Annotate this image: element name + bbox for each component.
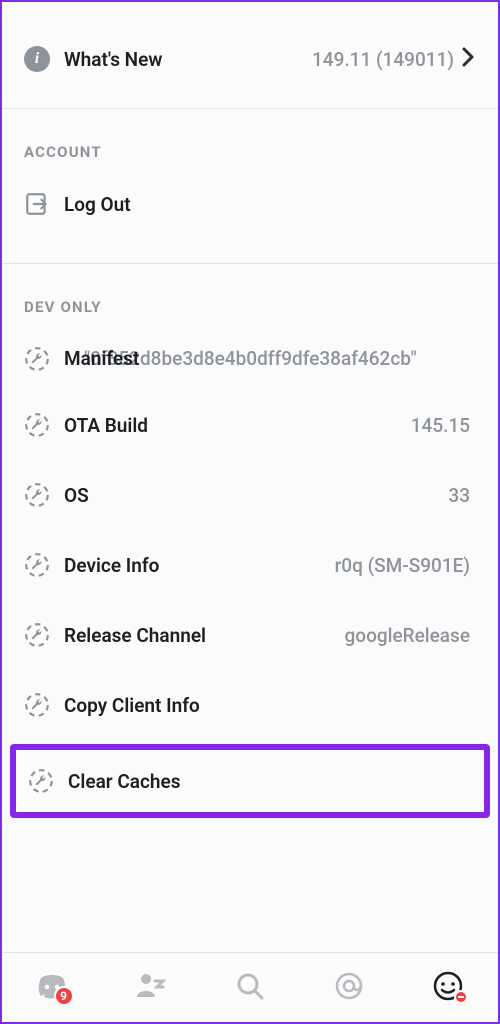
info-icon: i — [24, 46, 64, 72]
ota-build-row[interactable]: OTA Build 145.15 — [2, 390, 498, 460]
clear-caches-highlight: Clear Caches — [10, 744, 490, 818]
wrench-icon — [28, 768, 68, 794]
nav-discord-badge: 9 — [54, 986, 74, 1006]
whats-new-label: What's New — [64, 48, 162, 71]
nav-mentions-button[interactable] — [327, 964, 371, 1008]
device-info-row[interactable]: Device Info r0q (SM-S901E) — [2, 530, 498, 600]
release-channel-label: Release Channel — [64, 624, 206, 647]
release-channel-row[interactable]: Release Channel googleRelease — [2, 600, 498, 670]
log-out-row[interactable]: Log Out — [2, 173, 498, 235]
manifest-row[interactable]: "0f352d8be3d8e4b0dff9dfe38af462cb" Manif… — [2, 328, 498, 390]
nav-friends-button[interactable] — [129, 964, 173, 1008]
dev-section-header: DEV ONLY — [2, 264, 498, 328]
copy-client-info-row[interactable]: Copy Client Info — [2, 670, 498, 740]
wrench-icon — [24, 622, 64, 648]
os-row[interactable]: OS 33 — [2, 460, 498, 530]
copy-client-info-label: Copy Client Info — [64, 694, 200, 717]
nav-profile-button[interactable] — [426, 964, 470, 1008]
manifest-label: Manifest — [64, 347, 139, 370]
wrench-icon — [24, 482, 64, 508]
logout-icon — [24, 191, 64, 217]
nav-search-button[interactable] — [228, 964, 272, 1008]
wrench-icon — [24, 692, 64, 718]
ota-build-value: 145.15 — [411, 414, 470, 437]
wrench-icon — [24, 552, 64, 578]
device-info-value: r0q (SM-S901E) — [335, 554, 470, 577]
release-channel-value: googleRelease — [345, 624, 470, 647]
nav-profile-status-icon — [454, 990, 468, 1004]
whats-new-row[interactable]: i What's New 149.11 (149011) — [2, 28, 498, 90]
app-frame: i What's New 149.11 (149011) ACCOUNT Log… — [0, 0, 500, 1024]
wrench-icon — [24, 346, 64, 372]
ota-build-label: OTA Build — [64, 414, 148, 437]
chevron-right-icon — [460, 47, 476, 72]
account-section-header: ACCOUNT — [2, 109, 498, 173]
wrench-icon — [24, 412, 64, 438]
os-value: 33 — [448, 484, 470, 507]
log-out-label: Log Out — [64, 193, 131, 216]
whats-new-value: 149.11 (149011) — [312, 48, 454, 71]
bottom-nav: 9 — [2, 952, 498, 1022]
device-info-label: Device Info — [64, 554, 159, 577]
os-label: OS — [64, 484, 89, 507]
settings-scroll: i What's New 149.11 (149011) ACCOUNT Log… — [2, 2, 498, 952]
nav-discord-button[interactable]: 9 — [30, 964, 74, 1008]
clear-caches-label: Clear Caches — [68, 770, 180, 793]
clear-caches-row[interactable]: Clear Caches — [16, 750, 484, 812]
